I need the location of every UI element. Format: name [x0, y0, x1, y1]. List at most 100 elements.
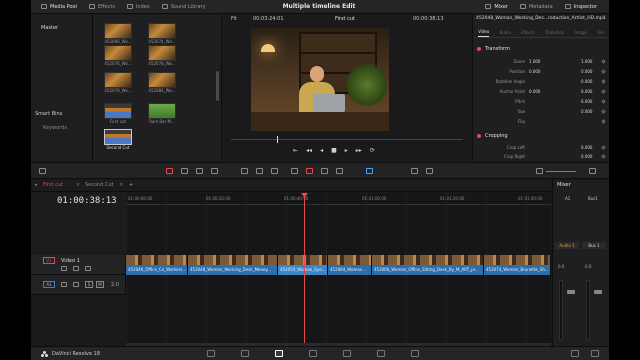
keyframe-icon[interactable]	[601, 119, 606, 124]
tab-close-icon[interactable]: ×	[119, 182, 123, 188]
play-button[interactable]: ▸	[345, 147, 348, 154]
timeline-clip[interactable]: 452074_Woman_Brunette_Sh...	[484, 255, 551, 275]
scrubber-playhead[interactable]	[277, 136, 278, 143]
fusion-page-icon[interactable]	[309, 350, 317, 357]
zoom-x-field[interactable]: 1.000	[529, 59, 540, 64]
overwrite-clip-icon[interactable]	[256, 168, 263, 174]
insert-clip-icon[interactable]	[241, 168, 248, 174]
add-timeline-button[interactable]: +	[129, 182, 133, 188]
reverse-button[interactable]: ◂◂	[306, 147, 312, 154]
enabled-dot-icon[interactable]	[477, 47, 481, 51]
step-back-button[interactable]: ◂	[320, 147, 323, 154]
snapping-icon[interactable]	[291, 168, 298, 174]
zoom-detail-icon[interactable]	[426, 168, 433, 174]
transform-section[interactable]: Transform	[477, 46, 510, 52]
media-clip[interactable]: 452079_Wo...	[104, 72, 132, 93]
solo-button[interactable]: S	[85, 281, 93, 288]
settings-icon[interactable]	[591, 350, 599, 357]
timeline-close-icon[interactable]: ▸	[35, 182, 38, 188]
trim-tool-icon[interactable]	[181, 168, 188, 174]
crop-right-field[interactable]: 0.000	[581, 154, 592, 159]
tab-image[interactable]: Image	[574, 24, 587, 37]
tab-effects[interactable]: Effects	[521, 24, 535, 37]
layout-icon[interactable]	[39, 168, 46, 174]
home-icon[interactable]	[571, 350, 579, 357]
mute-button[interactable]: M	[96, 281, 104, 288]
timeline-track-area[interactable]: 01:00:00:00 01:00:20:00 01:00:40:00 01:0…	[126, 193, 551, 346]
tab-first-cut[interactable]: First cut	[43, 182, 63, 188]
tab-audio[interactable]: Audio	[500, 24, 511, 37]
video-track-header[interactable]: V1 Video 1	[31, 255, 126, 275]
tab-close-icon[interactable]: ×	[76, 182, 80, 188]
deliver-page-icon[interactable]	[411, 350, 419, 357]
keyframe-icon[interactable]	[601, 79, 606, 84]
color-page-icon[interactable]	[343, 350, 351, 357]
audio-track-id[interactable]: A1	[43, 281, 55, 288]
flag-icon[interactable]	[336, 168, 343, 174]
audio-level-slider[interactable]	[546, 171, 576, 172]
metadata-tab[interactable]: Metadata	[514, 0, 559, 14]
bin-master[interactable]: Master	[31, 15, 92, 31]
bus-1-strip[interactable]: Bus 1	[582, 242, 606, 249]
timeline-playhead[interactable]	[304, 193, 305, 346]
tab-file[interactable]: File	[597, 24, 604, 37]
timeline-timecode[interactable]: 01:00:38:13	[57, 196, 117, 206]
loop-button[interactable]: ⟳	[370, 147, 375, 154]
bus-1-fader[interactable]	[594, 290, 602, 294]
smart-bin-keywords[interactable]: Keywords	[43, 125, 67, 131]
pitch-field[interactable]: 0.000	[581, 99, 592, 104]
auto-select-icon[interactable]	[73, 282, 79, 287]
media-pool-tab[interactable]: Media Pool	[35, 0, 83, 14]
timeline-name-dropdown[interactable]: First cut	[335, 16, 355, 22]
cut-page-icon[interactable]	[241, 350, 249, 357]
edit-page-icon[interactable]	[275, 350, 283, 357]
keyframe-icon[interactable]	[601, 99, 606, 104]
zoom-fit-dropdown[interactable]: Fit	[231, 16, 237, 22]
position-lock-icon[interactable]	[321, 168, 328, 174]
anchor-y-field[interactable]: 0.000	[581, 89, 592, 94]
media-clip[interactable]: 452084_Wo...	[148, 72, 176, 93]
timeline-clip[interactable]: 452050_Woman_Eye...	[278, 255, 328, 275]
keyframe-icon[interactable]	[601, 154, 606, 159]
go-to-start-button[interactable]: ⇤	[293, 147, 298, 154]
linked-selection-icon[interactable]	[306, 168, 313, 174]
cropping-section[interactable]: Cropping	[477, 133, 508, 139]
timeline-clip[interactable]: 452046_Office_Co_Workers...	[126, 255, 188, 275]
position-y-field[interactable]: 0.000	[581, 69, 592, 74]
keyframe-icon[interactable]	[601, 69, 606, 74]
volume-icon[interactable]	[536, 168, 543, 174]
timeline-clip[interactable]: 452064_Woman...	[328, 255, 372, 275]
disable-track-icon[interactable]	[85, 266, 91, 271]
media-clip[interactable]: 452076_Wo...	[104, 45, 132, 66]
media-clip[interactable]: 452066_Wo...	[104, 23, 132, 44]
media-clip[interactable]: 452074_Wo...	[148, 23, 176, 44]
rotation-field[interactable]: 0.000	[581, 79, 592, 84]
anchor-x-field[interactable]: 0.000	[529, 89, 540, 94]
index-tab[interactable]: Index	[121, 0, 156, 14]
timeline-clip-first-cut[interactable]: First cut	[104, 103, 132, 124]
tab-video[interactable]: Video	[478, 24, 490, 37]
lock-track-icon[interactable]	[61, 266, 67, 271]
tab-transition[interactable]: Transition	[545, 24, 564, 37]
effects-tab[interactable]: Effects	[83, 0, 121, 14]
marker-icon[interactable]	[366, 168, 373, 174]
tab-second-cut[interactable]: Second Cut	[85, 182, 114, 188]
keyframe-icon[interactable]	[601, 89, 606, 94]
selection-tool-icon[interactable]	[166, 168, 173, 174]
forward-button[interactable]: ▸▸	[356, 147, 362, 154]
replace-clip-icon[interactable]	[271, 168, 278, 174]
viewer-scrubber[interactable]	[231, 136, 463, 143]
zoom-y-field[interactable]: 1.000	[581, 59, 592, 64]
auto-select-icon[interactable]	[73, 266, 79, 271]
timeline-ruler[interactable]: 01:00:00:00 01:00:20:00 01:00:40:00 01:0…	[126, 193, 551, 205]
media-clip[interactable]: 452078_Wo...	[148, 45, 176, 66]
media-page-icon[interactable]	[207, 350, 215, 357]
audio-1-fader[interactable]	[567, 290, 575, 294]
sound-library-tab[interactable]: Sound Library	[156, 0, 212, 14]
yaw-field[interactable]: 0.000	[581, 109, 592, 114]
keyframe-icon[interactable]	[601, 109, 606, 114]
position-x-field[interactable]: 0.000	[529, 69, 540, 74]
keyframe-icon[interactable]	[601, 145, 606, 150]
timeline-clip[interactable]: 452048_Woman_Working_Desk_Money...	[188, 255, 278, 275]
video-frame[interactable]	[251, 28, 389, 131]
